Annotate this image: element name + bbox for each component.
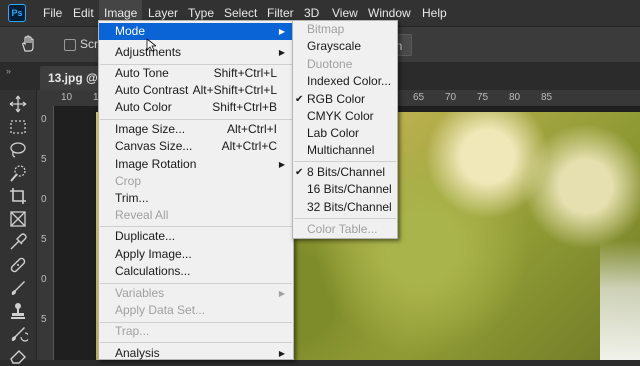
menu-separator xyxy=(100,283,292,284)
tools-panel xyxy=(0,90,37,364)
ruler-label: 85 xyxy=(541,92,553,103)
submenu-arrow-icon: ▶ xyxy=(278,48,285,57)
menu-item-image-rotation[interactable]: Image Rotation ▶ xyxy=(99,156,293,173)
menu-item-variables[interactable]: Variables ▶ xyxy=(99,285,293,302)
submenu-arrow-icon: ▶ xyxy=(278,160,285,169)
ruler-corner xyxy=(37,90,56,106)
menu-item-canvas-size[interactable]: Canvas Size... Alt+Ctrl+C xyxy=(99,138,293,155)
checkmark-icon: ✔ xyxy=(295,167,304,178)
eyedropper-tool-icon[interactable] xyxy=(8,232,28,252)
menu-item-auto-contrast[interactable]: Auto Contrast Alt+Shift+Ctrl+L xyxy=(99,82,293,99)
ruler-label: 0 xyxy=(41,194,47,205)
ruler-label: 5 xyxy=(41,154,47,165)
brush-tool-icon[interactable] xyxy=(8,278,28,298)
menu-item-auto-tone[interactable]: Auto Tone Shift+Ctrl+L xyxy=(99,65,293,82)
document-tab[interactable]: 13.jpg @ xyxy=(40,66,100,90)
lasso-tool-icon[interactable] xyxy=(8,140,28,160)
quick-selection-tool-icon[interactable] xyxy=(8,163,28,183)
submenu-item-32-bits[interactable]: 32 Bits/Channel xyxy=(293,199,397,216)
menu-item-reveal-all[interactable]: Reveal All xyxy=(99,207,293,224)
menu-separator xyxy=(294,161,396,162)
scroll-all-windows-label: Scr xyxy=(80,37,98,51)
history-brush-tool-icon[interactable] xyxy=(8,324,28,344)
menu-help[interactable]: Help xyxy=(417,0,452,26)
menu-item-trim[interactable]: Trim... xyxy=(99,190,293,207)
menu-file[interactable]: File xyxy=(38,0,67,26)
ruler-label: 65 xyxy=(413,92,425,103)
ruler-label: 10 xyxy=(61,92,73,103)
submenu-item-16-bits[interactable]: 16 Bits/Channel xyxy=(293,181,397,198)
menu-item-apply-data-set[interactable]: Apply Data Set... xyxy=(99,302,293,319)
marquee-tool-icon[interactable] xyxy=(8,117,28,137)
menu-item-duplicate[interactable]: Duplicate... xyxy=(99,228,293,245)
vertical-ruler[interactable]: 0 5 0 5 0 5 xyxy=(37,106,54,360)
submenu-item-lab-color[interactable]: Lab Color xyxy=(293,125,397,142)
ruler-label: 5 xyxy=(41,314,47,325)
menu-item-mode[interactable]: Mode ▶ xyxy=(99,23,293,40)
crop-tool-icon[interactable] xyxy=(8,186,28,206)
ruler-label: 0 xyxy=(41,274,47,285)
mode-submenu: Bitmap Grayscale Duotone Indexed Color..… xyxy=(292,20,398,239)
submenu-arrow-icon: ▶ xyxy=(278,289,285,298)
submenu-item-cmyk-color[interactable]: CMYK Color xyxy=(293,108,397,125)
submenu-arrow-icon: ▶ xyxy=(278,349,285,358)
mouse-pointer-icon xyxy=(146,38,156,52)
ruler-label: 0 xyxy=(41,114,47,125)
submenu-item-duotone[interactable]: Duotone xyxy=(293,56,397,73)
ruler-label: 75 xyxy=(477,92,489,103)
image-detail xyxy=(600,240,640,360)
menu-item-apply-image[interactable]: Apply Image... xyxy=(99,246,293,263)
menu-item-image-size[interactable]: Image Size... Alt+Ctrl+I xyxy=(99,121,293,138)
menu-item-adjustments[interactable]: Adjustments ▶ xyxy=(99,44,293,61)
ruler-label: 80 xyxy=(509,92,521,103)
hand-icon[interactable] xyxy=(20,35,38,53)
submenu-item-indexed-color[interactable]: Indexed Color... xyxy=(293,73,397,90)
submenu-item-bitmap[interactable]: Bitmap xyxy=(293,21,397,38)
photoshop-logo: Ps xyxy=(8,4,26,22)
menu-item-analysis[interactable]: Analysis ▶ xyxy=(99,345,293,362)
menu-item-crop[interactable]: Crop xyxy=(99,173,293,190)
document-tab-label: 13.jpg @ xyxy=(48,71,98,85)
menu-separator xyxy=(100,119,292,120)
frame-tool-icon[interactable] xyxy=(8,209,28,229)
submenu-item-grayscale[interactable]: Grayscale xyxy=(293,38,397,55)
menu-item-calculations[interactable]: Calculations... xyxy=(99,263,293,280)
healing-brush-tool-icon[interactable] xyxy=(8,255,28,275)
move-tool-icon[interactable] xyxy=(8,94,28,114)
ruler-label: 70 xyxy=(445,92,457,103)
menu-separator xyxy=(294,218,396,219)
checkmark-icon: ✔ xyxy=(295,94,304,105)
menu-item-trap[interactable]: Trap... xyxy=(99,323,293,340)
menu-separator xyxy=(100,342,292,343)
submenu-item-rgb-color[interactable]: ✔ RGB Color xyxy=(293,91,397,108)
ruler-label: 5 xyxy=(41,234,47,245)
eraser-tool-icon[interactable] xyxy=(8,346,28,366)
submenu-item-multichannel[interactable]: Multichannel xyxy=(293,142,397,159)
submenu-item-8-bits[interactable]: ✔ 8 Bits/Channel xyxy=(293,164,397,181)
menu-edit[interactable]: Edit xyxy=(68,0,99,26)
submenu-item-color-table[interactable]: Color Table... xyxy=(293,221,397,238)
submenu-arrow-icon: ▶ xyxy=(278,27,285,36)
menu-item-auto-color[interactable]: Auto Color Shift+Ctrl+B xyxy=(99,99,293,116)
collapse-panels-icon[interactable]: » xyxy=(6,66,11,76)
scroll-all-windows-checkbox[interactable] xyxy=(64,39,76,51)
image-menu-dropdown: Mode ▶ Adjustments ▶ Auto Tone Shift+Ctrl+L… xyxy=(98,20,294,360)
menu-separator xyxy=(100,226,292,227)
clone-stamp-tool-icon[interactable] xyxy=(8,301,28,321)
